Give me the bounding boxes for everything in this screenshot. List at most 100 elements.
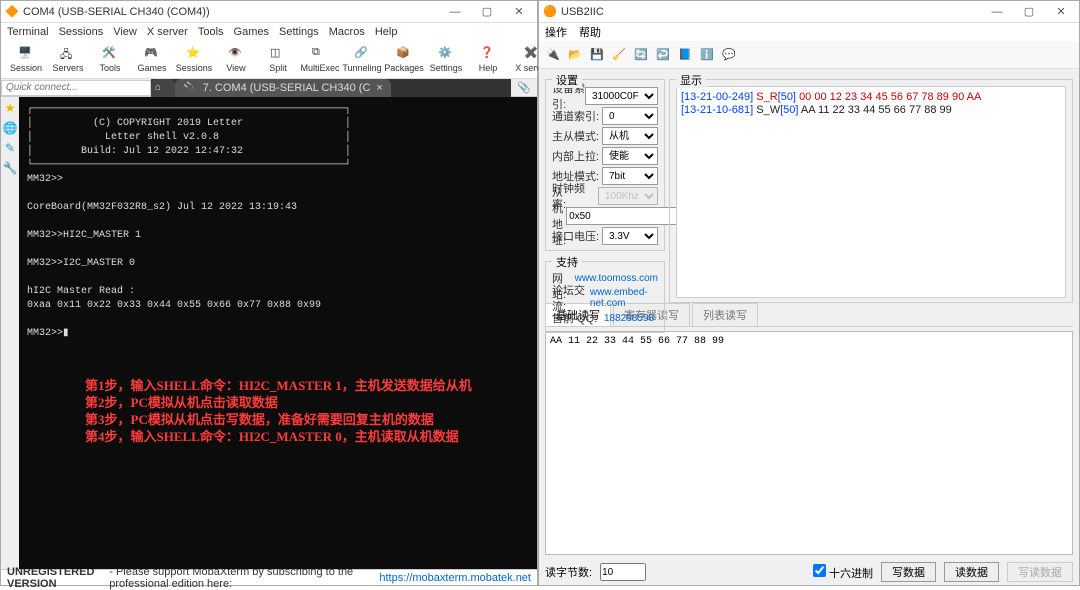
sessions-icon: ⭐ [186, 46, 202, 62]
brush-icon[interactable]: ✎ [5, 141, 15, 155]
right-menubar: 操作帮助 [539, 23, 1079, 41]
star-icon[interactable]: ★ [5, 101, 16, 115]
home-tab[interactable]: ⌂ [151, 79, 175, 97]
mobaxterm-window: 🔶 COM4 (USB-SERIAL CH340 (COM4)) — ▢ ✕ T… [0, 0, 538, 586]
games-icon: 🎮 [144, 46, 160, 62]
tab-strip: ⌂ 🔌 7. COM4 (USB-SERIAL CH340 (C × [151, 79, 511, 97]
tunneling-button[interactable]: 🔗Tunneling [341, 43, 383, 77]
setting-row: 接口电压:3.3V [552, 226, 658, 246]
multiexec-icon: ⧉ [312, 46, 328, 62]
left-toolbar: 🖥️Session🖧Servers🛠️Tools🎮Games⭐Sessions👁… [1, 41, 537, 79]
rw-tab[interactable]: 列表读写 [692, 303, 758, 326]
setting-select[interactable]: 100Khz [598, 187, 658, 205]
clear-icon[interactable]: 🧹 [611, 47, 627, 63]
save-icon[interactable]: 💾 [589, 47, 605, 63]
usb-icon: 🟠 [543, 5, 557, 19]
setting-select[interactable]: 从机 [602, 127, 658, 145]
support-row: 论坛交流:www.embed-net.com [552, 288, 658, 308]
refresh-icon[interactable]: 🔄 [633, 47, 649, 63]
wrench-icon[interactable]: 🔧 [3, 161, 18, 175]
read-button[interactable]: 读数据 [944, 562, 999, 582]
tools-icon: 🛠️ [102, 46, 118, 62]
statusbar: UNREGISTERED VERSION - Please support Mo… [1, 569, 537, 585]
reset-icon[interactable]: ↩️ [655, 47, 671, 63]
info-icon[interactable]: ℹ️ [699, 47, 715, 63]
maximize-button[interactable]: ▢ [473, 3, 501, 21]
menu-help[interactable]: Help [375, 26, 398, 38]
menu-sessions[interactable]: Sessions [59, 26, 104, 38]
display-title: 显示 [676, 72, 706, 88]
right-title: USB2IIC [561, 6, 604, 18]
sessions-button[interactable]: ⭐Sessions [173, 43, 215, 77]
maximize-button[interactable]: ▢ [1015, 3, 1043, 21]
split-icon: ◫ [270, 46, 286, 62]
bytes-input[interactable] [600, 563, 646, 581]
menu-games[interactable]: Games [234, 26, 269, 38]
support-title: 支持 [552, 254, 582, 270]
app-icon: 🔶 [5, 5, 19, 19]
settings-title: 设置 [552, 72, 582, 88]
support-row: 售前 QQ:188298598 [552, 308, 658, 328]
folder-icon[interactable]: 📂 [567, 47, 583, 63]
book-icon[interactable]: 📘 [677, 47, 693, 63]
globe-icon[interactable]: 🌐 [3, 121, 18, 135]
servers-button[interactable]: 🖧Servers [47, 43, 89, 77]
right-titlebar: 🟠 USB2IIC — ▢ ✕ [539, 1, 1079, 23]
write-button[interactable]: 写数据 [881, 562, 936, 582]
bytes-label: 读字节数: [545, 564, 592, 580]
help-icon: ❓ [480, 46, 496, 62]
setting-row: 通道索引:0 [552, 106, 658, 126]
hex-checkbox[interactable] [813, 564, 826, 577]
side-toolbar: ★ 🌐 ✎ 🔧 [1, 97, 19, 569]
menu-view[interactable]: View [113, 26, 137, 38]
terminal[interactable]: ┌───────────────────────────────────────… [19, 97, 537, 569]
display-panel[interactable]: [13-21-00-249] S_R[50] 00 00 12 23 34 45… [676, 86, 1066, 298]
setting-select[interactable]: 7bit [602, 167, 658, 185]
close-tab-icon[interactable]: × [376, 82, 382, 94]
menu-settings[interactable]: Settings [279, 26, 319, 38]
help-button[interactable]: ❓Help [467, 43, 509, 77]
setting-select[interactable]: 3.3V [602, 227, 658, 245]
setting-row: 主从模式:从机 [552, 126, 658, 146]
close-button[interactable]: ✕ [505, 3, 533, 21]
menu-item[interactable]: 帮助 [579, 24, 601, 40]
close-button[interactable]: ✕ [1047, 3, 1075, 21]
menu-item[interactable]: 操作 [545, 24, 567, 40]
menu-macros[interactable]: Macros [329, 26, 365, 38]
settings-button[interactable]: ⚙️Settings [425, 43, 467, 77]
games-button[interactable]: 🎮Games [131, 43, 173, 77]
rw-textbox[interactable]: AA 11 22 33 44 55 66 77 88 99 [545, 331, 1073, 555]
display-group: 显示 [13-21-00-249] S_R[50] 00 00 12 23 34… [669, 79, 1073, 303]
quick-connect-row: ⌂ 🔌 7. COM4 (USB-SERIAL CH340 (C × 📎 [1, 79, 537, 97]
session-button[interactable]: 🖥️Session [5, 43, 47, 77]
setting-select[interactable]: 31000C0F [585, 87, 658, 105]
support-group: 支持 官方网站:www.toomoss.com论坛交流:www.embed-ne… [545, 261, 665, 333]
setting-select[interactable]: 0 [602, 107, 658, 125]
chat-icon[interactable]: 💬 [721, 47, 737, 63]
tunneling-icon: 🔗 [354, 46, 370, 62]
connect-icon[interactable]: 🔌 [545, 47, 561, 63]
split-button[interactable]: ◫Split [257, 43, 299, 77]
top-panels: 设置 设备索引:31000C0F通道索引:0主从模式:从机内部上拉:使能地址模式… [539, 69, 1079, 307]
status-link[interactable]: https://mobaxterm.mobatek.net [379, 572, 531, 584]
minimize-button[interactable]: — [441, 3, 469, 21]
menu-terminal[interactable]: Terminal [7, 26, 49, 38]
quick-connect-input[interactable] [1, 80, 151, 96]
view-button[interactable]: 👁️View [215, 43, 257, 77]
minimize-button[interactable]: — [983, 3, 1011, 21]
tools-button[interactable]: 🛠️Tools [89, 43, 131, 77]
multiexec-button[interactable]: ⧉MultiExec [299, 43, 341, 77]
servers-icon: 🖧 [60, 46, 76, 62]
hex-checkbox-label[interactable]: 十六进制 [813, 564, 873, 581]
packages-icon: 📦 [396, 46, 412, 62]
menu-x server[interactable]: X server [147, 26, 188, 38]
support-link[interactable]: www.embed-net.com [590, 287, 658, 309]
support-link[interactable]: 188298598 [604, 313, 654, 324]
write-read-button: 写读数据 [1007, 562, 1073, 582]
packages-button[interactable]: 📦Packages [383, 43, 425, 77]
session-tab[interactable]: 🔌 7. COM4 (USB-SERIAL CH340 (C × [175, 79, 391, 97]
setting-select[interactable]: 使能 [602, 147, 658, 165]
settings-group: 设置 设备索引:31000C0F通道索引:0主从模式:从机内部上拉:使能地址模式… [545, 79, 665, 251]
menu-tools[interactable]: Tools [198, 26, 224, 38]
attach-icon[interactable]: 📎 [511, 81, 537, 94]
